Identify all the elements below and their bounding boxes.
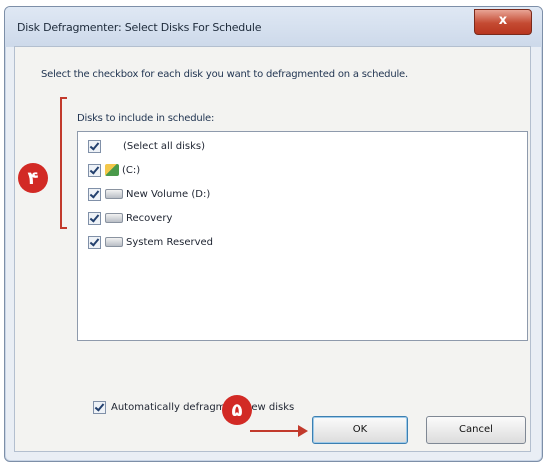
checkbox-checked-icon[interactable] — [88, 211, 101, 225]
step-badge-4: ۴ — [18, 163, 48, 193]
drive-icon — [105, 237, 123, 247]
list-item-c[interactable]: (C:) — [88, 162, 140, 178]
list-item-system-reserved[interactable]: System Reserved — [88, 234, 213, 250]
window-title: Disk Defragmenter: Select Disks For Sche… — [17, 21, 262, 34]
dialog-content: Select the checkbox for each disk you wa… — [14, 46, 531, 452]
list-item-d[interactable]: New Volume (D:) — [88, 186, 210, 202]
list-item-label: (Select all disks) — [123, 140, 206, 152]
drive-icon — [105, 189, 123, 199]
list-item-label: System Reserved — [126, 236, 214, 248]
checkbox-checked-icon[interactable] — [93, 401, 106, 414]
title-bar[interactable]: Disk Defragmenter: Select Disks For Sche… — [5, 7, 542, 47]
arrow-head-icon — [298, 425, 308, 437]
list-label: Disks to include in schedule: — [77, 113, 215, 124]
list-item-label: (C:) — [122, 164, 141, 176]
auto-defrag-label: Automatically defragment new disks — [111, 402, 295, 413]
checkbox-checked-icon[interactable] — [88, 139, 101, 153]
step-badge-5: ۵ — [222, 395, 252, 425]
arrow-line — [250, 430, 300, 432]
checkbox-checked-icon[interactable] — [88, 235, 101, 249]
auto-defrag-option[interactable]: Automatically defragment new disks — [93, 401, 294, 414]
list-item-label: Recovery — [126, 212, 173, 224]
instruction-text: Select the checkbox for each disk you wa… — [41, 69, 408, 80]
ok-button[interactable]: OK — [312, 416, 408, 444]
list-highlight-bracket — [60, 97, 67, 229]
cancel-button[interactable]: Cancel — [426, 416, 526, 444]
checkbox-checked-icon[interactable] — [88, 163, 101, 177]
disk-listbox[interactable]: (Select all disks) (C:) New Volume (D:) … — [77, 131, 528, 341]
checkbox-checked-icon[interactable] — [88, 187, 101, 201]
list-item-label: New Volume (D:) — [126, 188, 211, 200]
list-item-select-all[interactable]: (Select all disks) — [88, 138, 205, 154]
list-item-recovery[interactable]: Recovery — [88, 210, 172, 226]
close-button[interactable]: x — [474, 9, 532, 35]
drive-icon — [105, 213, 123, 223]
system-drive-icon — [105, 164, 119, 176]
